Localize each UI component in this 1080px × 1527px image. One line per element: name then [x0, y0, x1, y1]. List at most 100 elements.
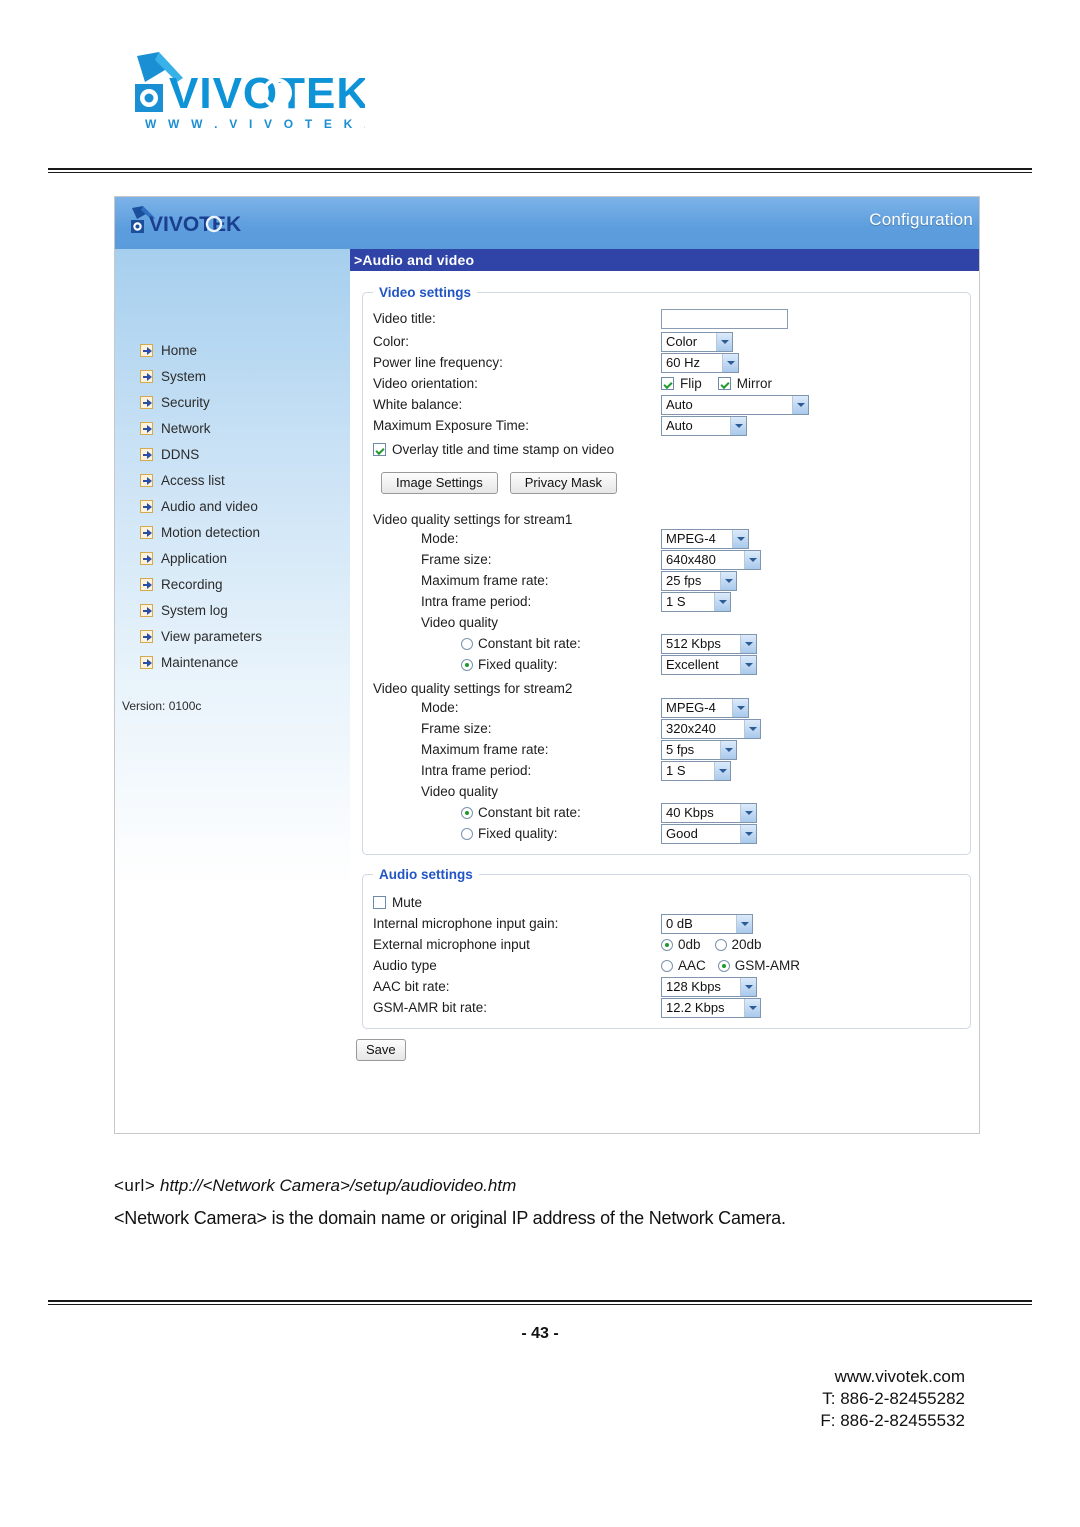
- save-button[interactable]: Save: [356, 1039, 406, 1061]
- stream2-frame-rate-select[interactable]: 5 fps: [661, 739, 737, 760]
- white-balance-select[interactable]: Auto: [661, 394, 809, 415]
- external-0db-radio[interactable]: 0db: [661, 937, 701, 952]
- sidebar-item-security[interactable]: Security: [140, 389, 350, 415]
- stream1-fixed-value: Excellent: [666, 657, 719, 672]
- overlay-title-checkbox[interactable]: Overlay title and time stamp on video: [373, 442, 614, 457]
- stream1-cbr-row: Constant bit rate: 512 Kbps: [373, 633, 970, 654]
- sidebar-item-network[interactable]: Network: [140, 415, 350, 441]
- stream2-frame-size-select-wrap: 320x240: [661, 718, 761, 739]
- footer-divider: [48, 1300, 1032, 1305]
- chevron-down-icon: [714, 761, 730, 780]
- audio-type-row: Audio type AAC GSM-AMR: [373, 955, 970, 976]
- camera-config-window: VIVOTEK Configuration Home System Securi…: [114, 196, 980, 1134]
- stream2-frame-rate-value: 5 fps: [666, 742, 695, 757]
- stream1-frame-rate-label: Maximum frame rate:: [421, 573, 549, 588]
- stream1-fixed-quality-radio[interactable]: Fixed quality:: [461, 657, 558, 672]
- stream1-cbr-select-wrap: 512 Kbps: [661, 633, 757, 654]
- aac-bitrate-label: AAC bit rate:: [373, 979, 450, 994]
- mute-checkbox[interactable]: Mute: [373, 895, 422, 910]
- stream1-mode-select[interactable]: MPEG-4: [661, 528, 749, 549]
- stream1-intra-select[interactable]: 1 S: [661, 591, 731, 612]
- arrow-right-icon: [140, 525, 153, 539]
- stream1-frame-size-value: 640x480: [666, 552, 716, 567]
- stream2-fixed-quality-radio[interactable]: Fixed quality:: [461, 826, 558, 841]
- arrow-right-icon: [140, 577, 153, 591]
- flip-label: Flip: [680, 376, 702, 391]
- max-exposure-select[interactable]: Auto: [661, 415, 747, 436]
- audio-type-gsm-radio[interactable]: GSM-AMR: [717, 958, 800, 973]
- aac-label: AAC: [678, 958, 706, 973]
- svg-text:W W W . V I V O T E K . C O M: W W W . V I V O T E K . C O M: [145, 117, 365, 131]
- stream2-mode-select[interactable]: MPEG-4: [661, 697, 749, 718]
- page-number: - 43 -: [521, 1325, 559, 1342]
- sidebar-item-home[interactable]: Home: [140, 337, 350, 363]
- mirror-checkbox[interactable]: Mirror: [717, 376, 773, 391]
- stream2-intra-label: Intra frame period:: [421, 763, 532, 778]
- gsm-bitrate-select-wrap: 12.2 Kbps: [661, 997, 761, 1018]
- stream2-frame-size-label: Frame size:: [421, 721, 492, 736]
- sidebar: Home System Security Network DDNS Access…: [115, 249, 350, 1133]
- sidebar-item-label: Network: [161, 420, 211, 436]
- vivotek-logo-icon: VIVOTEK W W W . V I V O T E K . C O M: [135, 52, 365, 131]
- overlay-row: Overlay title and time stamp on video: [373, 439, 970, 460]
- white-balance-select-wrap: Auto: [661, 394, 809, 415]
- sidebar-item-label: System log: [161, 602, 228, 618]
- sidebar-item-recording[interactable]: Recording: [140, 571, 350, 597]
- audio-type-aac-radio[interactable]: AAC: [661, 958, 706, 973]
- stream1-cbr-label: Constant bit rate:: [478, 636, 581, 651]
- sidebar-item-audio-and-video[interactable]: Audio and video: [140, 493, 350, 519]
- chevron-down-icon: [714, 592, 730, 611]
- power-line-frequency-value: 60 Hz: [666, 355, 700, 370]
- video-orientation-row: Video orientation: Flip Mirror: [373, 373, 970, 394]
- stream1-fixed-select-wrap: Excellent: [661, 654, 757, 675]
- stream2-mode-value: MPEG-4: [666, 700, 716, 715]
- color-select[interactable]: Color: [661, 331, 733, 352]
- sidebar-item-ddns[interactable]: DDNS: [140, 441, 350, 467]
- power-line-frequency-select[interactable]: 60 Hz: [661, 352, 739, 373]
- stream2-frame-rate-row: Maximum frame rate: 5 fps: [373, 739, 970, 760]
- sidebar-item-access-list[interactable]: Access list: [140, 467, 350, 493]
- stream1-frame-size-select[interactable]: 640x480: [661, 549, 761, 570]
- svg-text:VIVOTEK: VIVOTEK: [149, 213, 241, 236]
- stream1-fixed-quality-row: Fixed quality: Excellent: [373, 654, 970, 675]
- color-select-value: Color: [666, 334, 698, 349]
- image-settings-button[interactable]: Image Settings: [381, 472, 498, 494]
- stream2-frame-size-select[interactable]: 320x240: [661, 718, 761, 739]
- stream1-frame-rate-select[interactable]: 25 fps: [661, 570, 737, 591]
- sidebar-item-label: DDNS: [161, 446, 200, 462]
- internal-gain-select[interactable]: 0 dB: [661, 913, 753, 934]
- stream1-cbr-select[interactable]: 512 Kbps: [661, 633, 757, 654]
- sidebar-item-view-parameters[interactable]: View parameters: [140, 623, 350, 649]
- stream1-constant-bitrate-radio[interactable]: Constant bit rate:: [461, 636, 581, 651]
- stream1-fixed-select[interactable]: Excellent: [661, 654, 757, 675]
- main-content: >Audio and video Video settings Video ti…: [350, 249, 979, 1133]
- stream2-fixed-select[interactable]: Good: [661, 823, 757, 844]
- firmware-version-label: Version: 0100c: [122, 699, 202, 713]
- sidebar-item-motion-detection[interactable]: Motion detection: [140, 519, 350, 545]
- external-20db-radio[interactable]: 20db: [714, 937, 762, 952]
- stream2-cbr-select[interactable]: 40 Kbps: [661, 802, 757, 823]
- gsm-bitrate-row: GSM-AMR bit rate: 12.2 Kbps: [373, 997, 970, 1018]
- arrow-right-icon: [140, 655, 153, 669]
- external-20db-label: 20db: [731, 937, 762, 952]
- sidebar-item-application[interactable]: Application: [140, 545, 350, 571]
- video-settings-card: Video settings Video title: Color: Color: [362, 285, 971, 855]
- sidebar-item-label: Application: [161, 550, 228, 566]
- video-title-label: Video title:: [373, 311, 436, 326]
- sidebar-item-system[interactable]: System: [140, 363, 350, 389]
- audio-type-options: AAC GSM-AMR: [661, 958, 800, 973]
- aac-bitrate-select[interactable]: 128 Kbps: [661, 976, 757, 997]
- mute-label: Mute: [392, 895, 423, 910]
- privacy-mask-button[interactable]: Privacy Mask: [509, 472, 618, 494]
- video-title-input[interactable]: [661, 308, 788, 329]
- max-exposure-value: Auto: [666, 418, 693, 433]
- flip-checkbox[interactable]: Flip: [661, 376, 702, 391]
- sidebar-item-label: Recording: [161, 576, 223, 592]
- sidebar-item-maintenance[interactable]: Maintenance: [140, 649, 350, 675]
- stream2-constant-bitrate-radio[interactable]: Constant bit rate:: [461, 805, 581, 820]
- gsm-bitrate-select[interactable]: 12.2 Kbps: [661, 997, 761, 1018]
- sidebar-item-system-log[interactable]: System log: [140, 597, 350, 623]
- mirror-label: Mirror: [736, 376, 773, 391]
- stream2-intra-select[interactable]: 1 S: [661, 760, 731, 781]
- stream1-intra-select-wrap: 1 S: [661, 591, 731, 612]
